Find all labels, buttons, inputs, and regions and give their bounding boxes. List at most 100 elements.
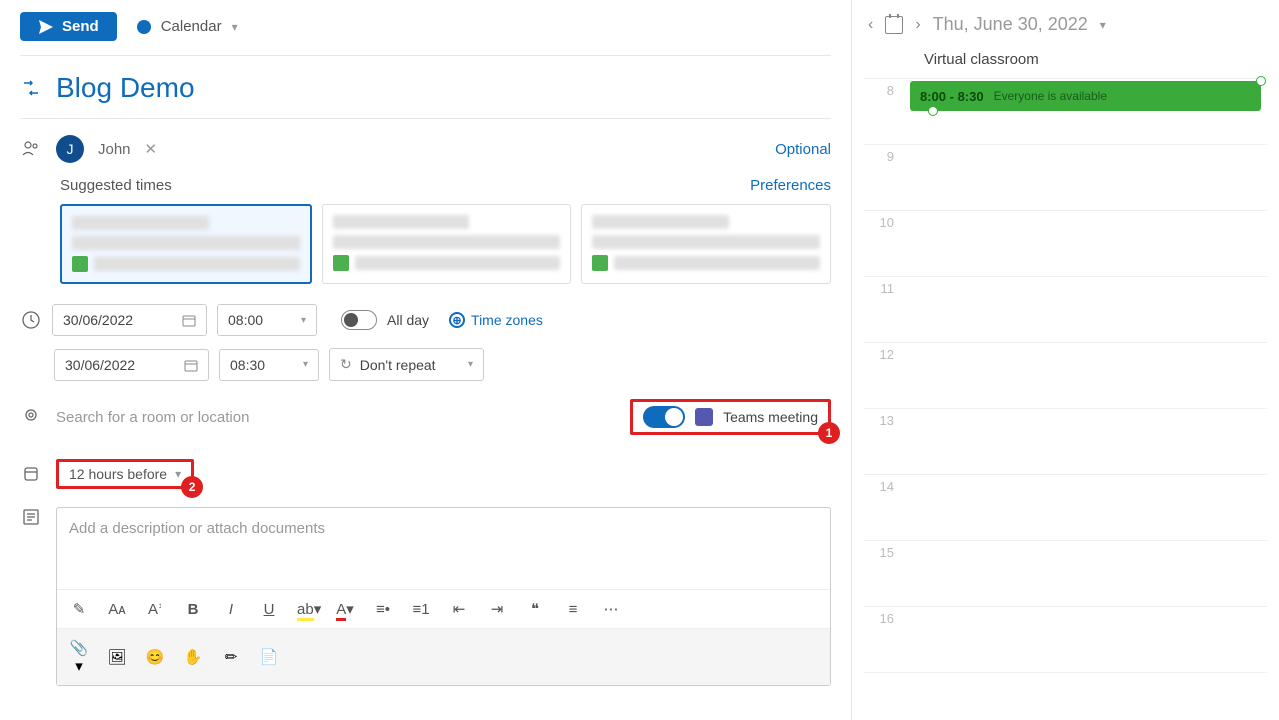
resize-handle-icon[interactable] [1256, 76, 1266, 86]
hour-cell[interactable] [904, 211, 1267, 276]
blurred-content [614, 256, 820, 270]
hour-row: 10 [864, 211, 1267, 277]
allday-toggle[interactable] [341, 310, 377, 330]
suggested-label: Suggested times [60, 177, 172, 194]
increase-indent-icon[interactable]: ⇥ [487, 600, 507, 618]
next-day-icon[interactable]: › [915, 16, 920, 34]
bold-icon[interactable]: B [183, 601, 203, 618]
hour-label: 13 [864, 409, 904, 474]
end-time-input[interactable]: 08:30 ▾ [219, 349, 319, 381]
send-label: Send [62, 18, 99, 35]
calendar-color-dot [137, 20, 151, 34]
location-input[interactable]: Search for a room or location [56, 409, 616, 426]
blurred-content [592, 215, 729, 229]
available-icon [72, 256, 88, 272]
preferences-link[interactable]: Preferences [750, 177, 831, 194]
suggested-times-header: Suggested times Preferences [20, 171, 831, 204]
blurred-content [355, 256, 561, 270]
attachment-toolbar: 📎▾ 🖼 😊 ✋ ✏ 📄 [57, 628, 830, 685]
reminder-value[interactable]: 12 hours before [69, 466, 167, 482]
template-icon[interactable]: 📄 [259, 648, 279, 666]
reminder-dropdown-highlight: 12 hours before ▾ 2 [56, 459, 194, 489]
allday-toggle-group: All day [341, 310, 429, 330]
blurred-content [72, 216, 209, 230]
prev-day-icon[interactable]: ‹ [868, 16, 873, 34]
calendar-dropdown[interactable]: Calendar ▾ [137, 18, 238, 35]
teams-label: Teams meeting [723, 409, 818, 425]
start-date-input[interactable]: 30/06/2022 [52, 304, 207, 336]
chevron-down-icon: ▾ [232, 20, 238, 34]
chevron-down-icon[interactable]: ▾ [175, 467, 181, 481]
globe-icon: ⊕ [449, 312, 465, 328]
brush-icon[interactable]: ✎ [69, 600, 89, 618]
swap-arrows-icon[interactable] [20, 77, 42, 99]
more-icon[interactable]: ⋯ [601, 600, 621, 618]
hour-label: 15 [864, 541, 904, 606]
availability-row [72, 256, 300, 272]
start-time-input[interactable]: 08:00 ▾ [217, 304, 317, 336]
dictate-icon[interactable]: ✋ [183, 648, 203, 666]
image-icon[interactable]: 🖼 [107, 648, 127, 666]
attendee-avatar: J [56, 135, 84, 163]
align-icon[interactable]: ≡ [563, 601, 583, 618]
availability-row [333, 255, 561, 271]
italic-icon[interactable]: I [221, 601, 241, 618]
end-date-input[interactable]: 30/06/2022 [54, 349, 209, 381]
hour-cell[interactable] [904, 541, 1267, 606]
date-navigator: ‹ › Thu, June 30, 2022 ▾ [864, 8, 1267, 51]
highlight-icon[interactable]: ab▾ [297, 600, 317, 618]
people-icon [20, 139, 42, 159]
clock-icon [20, 310, 42, 330]
description-editor[interactable]: Add a description or attach documents ✎ … [56, 507, 831, 686]
teams-icon [695, 408, 713, 426]
repeat-dropdown[interactable]: ↻ Don't repeat ▾ [329, 348, 484, 381]
end-time-value: 08:30 [230, 357, 265, 373]
hour-cell[interactable] [904, 277, 1267, 342]
hour-row: 14 [864, 475, 1267, 541]
suggested-time-card[interactable] [322, 204, 572, 284]
send-button[interactable]: Send [20, 12, 117, 41]
underline-icon[interactable]: U [259, 601, 279, 618]
edit-icon[interactable]: ✏ [221, 648, 241, 666]
quote-icon[interactable]: ❝ [525, 600, 545, 618]
available-icon [333, 255, 349, 271]
hour-cell[interactable] [904, 145, 1267, 210]
font-color-icon[interactable]: A▾ [335, 600, 355, 618]
scheduled-event-block[interactable]: 8:00 - 8:30 Everyone is available [910, 81, 1261, 111]
font-family-icon[interactable]: Aᴀ [107, 601, 127, 618]
end-datetime-row: 30/06/2022 08:30 ▾ ↻ Don't repeat ▾ [20, 342, 831, 387]
font-size-icon[interactable]: A↕ [145, 601, 165, 618]
chevron-down-icon: ▾ [468, 359, 473, 370]
emoji-icon[interactable]: 😊 [145, 648, 165, 666]
blurred-content [333, 215, 470, 229]
event-title-input[interactable]: Blog Demo [56, 72, 831, 104]
suggested-time-card[interactable] [60, 204, 312, 284]
bullet-list-icon[interactable]: ≡• [373, 601, 393, 618]
description-placeholder: Add a description or attach documents [57, 508, 830, 549]
teams-meeting-toggle[interactable] [643, 406, 685, 428]
hour-cell[interactable]: 8:00 - 8:30 Everyone is available [904, 79, 1267, 144]
hour-row: 11 [864, 277, 1267, 343]
resize-handle-icon[interactable] [928, 106, 938, 116]
timezones-link[interactable]: ⊕ Time zones [449, 312, 543, 328]
chevron-down-icon[interactable]: ▾ [1100, 18, 1106, 32]
hour-cell[interactable] [904, 343, 1267, 408]
available-icon [592, 255, 608, 271]
hour-cell[interactable] [904, 475, 1267, 540]
hour-row: 12 [864, 343, 1267, 409]
reminder-row: 12 hours before ▾ 2 [20, 447, 831, 501]
today-icon[interactable] [885, 16, 903, 34]
current-date[interactable]: Thu, June 30, 2022 [933, 14, 1088, 35]
room-column-title: Virtual classroom [864, 51, 1267, 68]
hour-cell[interactable] [904, 607, 1267, 672]
hour-label: 12 [864, 343, 904, 408]
decrease-indent-icon[interactable]: ⇤ [449, 600, 469, 618]
start-time-value: 08:00 [228, 312, 263, 328]
optional-link[interactable]: Optional [775, 141, 831, 158]
hour-cell[interactable] [904, 409, 1267, 474]
number-list-icon[interactable]: ≡1 [411, 601, 431, 618]
attach-icon[interactable]: 📎▾ [69, 639, 89, 675]
remove-attendee-icon[interactable]: ✕ [145, 140, 158, 158]
event-time: 8:00 - 8:30 [920, 89, 984, 104]
suggested-time-card[interactable] [581, 204, 831, 284]
